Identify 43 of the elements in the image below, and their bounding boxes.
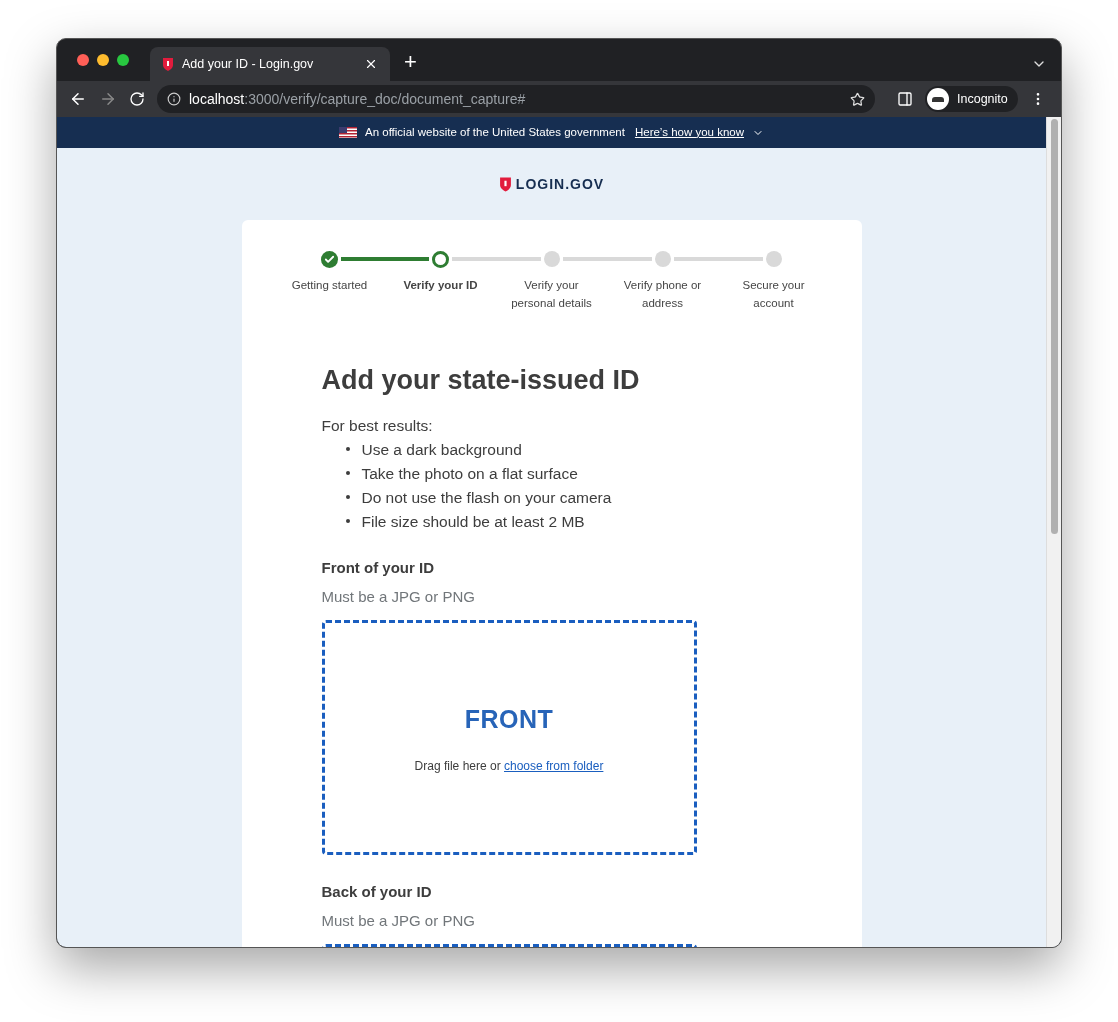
page-heading: Add your state-issued ID [321, 364, 641, 397]
flag-icon [338, 127, 357, 138]
tip-text: Use a dark background [361, 439, 522, 460]
step-label: Getting started [290, 278, 369, 293]
logo-text: LOGIN.GOV [515, 174, 605, 194]
shield-icon [162, 57, 174, 71]
step-label: Verify your personal details [510, 278, 593, 311]
tab-title: Add your ID - Login.gov [182, 55, 315, 73]
bookmark-star-icon[interactable] [850, 91, 865, 107]
forward-icon[interactable] [99, 90, 117, 108]
back-icon[interactable] [69, 90, 87, 108]
profile-button[interactable]: Incognito [925, 86, 1018, 112]
maximize-window-icon[interactable] [117, 54, 129, 66]
close-window-icon[interactable] [77, 54, 89, 66]
browser-tab[interactable]: Add your ID - Login.gov [150, 47, 390, 81]
close-tab-icon[interactable] [364, 57, 378, 71]
url-text: localhost:3000/verify/capture_doc/document_capture# [189, 89, 527, 109]
upload-hint: Must be a JPG or PNG [321, 910, 476, 931]
drop-instructions: Drag file here or choose from folder [414, 757, 604, 775]
tips-intro: For best results: [321, 416, 434, 436]
step-label: Verify your ID [402, 278, 479, 293]
banner-link[interactable]: Here’s how you know [634, 123, 745, 142]
minimize-window-icon[interactable] [97, 54, 109, 66]
side-panel-icon[interactable] [897, 91, 913, 107]
tip-text: Take the photo on a flat surface [361, 463, 578, 484]
scrollbar[interactable] [1046, 117, 1061, 947]
logo-shield-icon [498, 176, 512, 192]
site-info-icon[interactable] [167, 92, 181, 106]
incognito-icon [927, 88, 949, 110]
new-tab-button[interactable]: + [404, 51, 417, 73]
reload-icon[interactable] [129, 91, 145, 107]
step-label: Secure your account [741, 278, 806, 311]
step-label: Verify phone or address [622, 278, 703, 311]
choose-file-link[interactable]: choose from folder [504, 758, 604, 773]
upload-label: Back of your ID [321, 882, 433, 903]
upload-label: Front of your ID [321, 558, 435, 579]
address-bar[interactable]: localhost:3000/verify/capture_doc/document_capture# [157, 85, 875, 113]
file-drop-zone[interactable]: FRONT Drag file here or choose from folder [321, 620, 697, 856]
tip-text: File size should be at least 2 MB [361, 511, 585, 532]
banner-text: An official website of the United States government [364, 124, 625, 140]
upload-hint: Must be a JPG or PNG [321, 586, 476, 607]
tip-text: Do not use the flash on your camera [361, 487, 612, 508]
side-label: FRONT [464, 704, 554, 735]
